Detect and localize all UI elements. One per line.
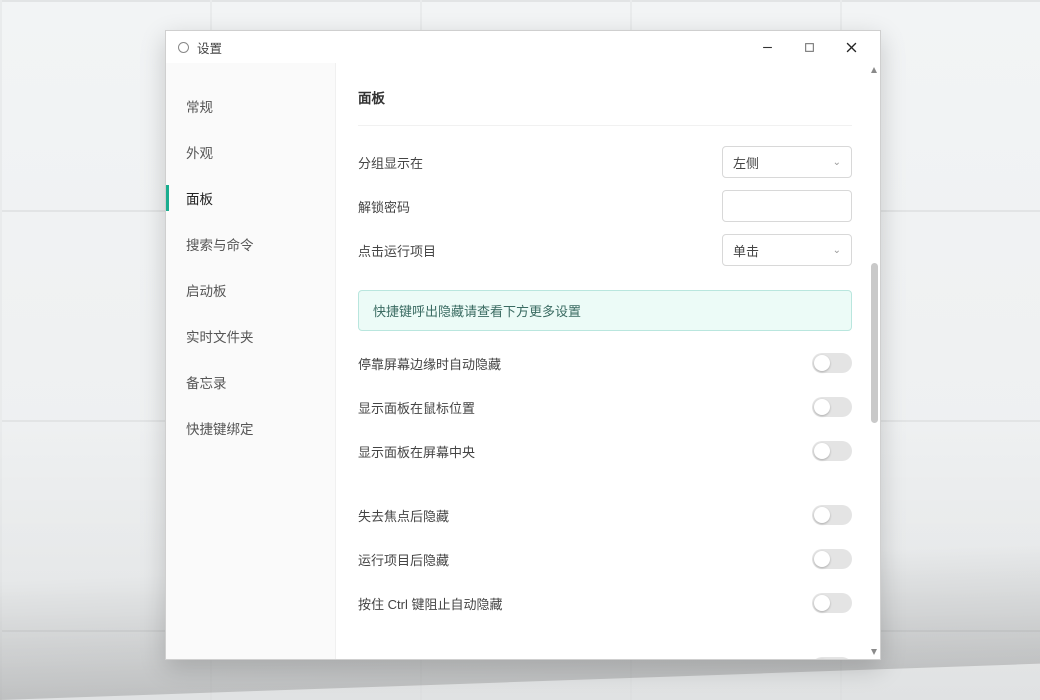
sidebar-item-label: 启动板 (186, 284, 227, 299)
sidebar-item-label: 常规 (186, 100, 213, 115)
sidebar-item-live-folders[interactable]: 实时文件夹 (166, 313, 335, 359)
toggle-show-center[interactable] (812, 441, 852, 461)
maximize-button[interactable] (788, 33, 830, 61)
sidebar-item-memo[interactable]: 备忘录 (166, 359, 335, 405)
window-title: 设置 (197, 38, 222, 57)
group-display-select[interactable]: 左侧 ⌄ (722, 146, 852, 178)
window-body: 常规 外观 面板 搜索与命令 启动板 实时文件夹 备忘录 快捷键绑定 面板 分组… (166, 63, 880, 659)
select-value: 单击 (733, 241, 759, 260)
scrollbar-thumb[interactable] (871, 263, 878, 423)
titlebar[interactable]: 设置 (166, 31, 880, 63)
info-text: 快捷键呼出隐藏请查看下方更多设置 (373, 304, 581, 319)
settings-window: 设置 常规 外观 面板 搜索与命令 启动板 实时文件夹 备忘录 快捷键绑定 面 (165, 30, 881, 660)
app-icon-circle (178, 42, 189, 53)
toggle-hide-on-blur[interactable] (812, 505, 852, 525)
toggle-row-show-center: 显示面板在屏幕中央 (358, 429, 852, 473)
sidebar-item-label: 外观 (186, 146, 213, 161)
scroll-down-icon[interactable] (871, 649, 877, 655)
row-click-run: 点击运行项目 单击 ⌄ (358, 228, 852, 272)
row-unlock-password: 解锁密码 (358, 184, 852, 228)
content-area[interactable]: 面板 分组显示在 左侧 ⌄ 解锁密码 点击运行项目 单击 ⌄ (336, 63, 880, 659)
row-label: 显示面板在屏幕中央 (358, 442, 812, 461)
sidebar-item-label: 实时文件夹 (186, 330, 254, 345)
toggle-hover-switch-group[interactable] (812, 657, 852, 659)
unlock-password-input[interactable] (722, 190, 852, 222)
sidebar-item-general[interactable]: 常规 (166, 83, 335, 129)
sidebar-item-label: 搜索与命令 (186, 238, 254, 253)
sidebar-item-label: 快捷键绑定 (186, 422, 254, 437)
minimize-button[interactable] (746, 33, 788, 61)
sidebar-item-panel[interactable]: 面板 (166, 175, 335, 221)
sidebar-item-label: 面板 (186, 192, 213, 207)
sidebar-item-search[interactable]: 搜索与命令 (166, 221, 335, 267)
sidebar-item-launchpad[interactable]: 启动板 (166, 267, 335, 313)
sidebar-item-appearance[interactable]: 外观 (166, 129, 335, 175)
divider (358, 125, 852, 126)
row-label: 点击运行项目 (358, 241, 722, 260)
row-label: 鼠标悬停切换分组 (358, 658, 812, 660)
toggle-row-hide-after-run: 运行项目后隐藏 (358, 537, 852, 581)
sidebar-item-hotkeys[interactable]: 快捷键绑定 (166, 405, 335, 451)
toggle-row-hide-on-blur: 失去焦点后隐藏 (358, 493, 852, 537)
row-label: 失去焦点后隐藏 (358, 506, 812, 525)
section-title: 面板 (358, 87, 852, 107)
row-label: 运行项目后隐藏 (358, 550, 812, 569)
toggle-ctrl-prevent-hide[interactable] (812, 593, 852, 613)
toggle-row-auto-hide-edge: 停靠屏幕边缘时自动隐藏 (358, 341, 852, 385)
row-label: 显示面板在鼠标位置 (358, 398, 812, 417)
sidebar-item-label: 备忘录 (186, 376, 227, 391)
close-button[interactable] (830, 33, 872, 61)
toggle-show-at-mouse[interactable] (812, 397, 852, 417)
row-group-display: 分组显示在 左侧 ⌄ (358, 140, 852, 184)
row-label: 按住 Ctrl 键阻止自动隐藏 (358, 594, 812, 613)
toggle-auto-hide-edge[interactable] (812, 353, 852, 373)
row-label: 解锁密码 (358, 197, 722, 216)
click-run-select[interactable]: 单击 ⌄ (722, 234, 852, 266)
toggle-hide-after-run[interactable] (812, 549, 852, 569)
row-label: 停靠屏幕边缘时自动隐藏 (358, 354, 812, 373)
toggle-row-ctrl-prevent-hide: 按住 Ctrl 键阻止自动隐藏 (358, 581, 852, 625)
row-label: 分组显示在 (358, 153, 722, 172)
info-banner: 快捷键呼出隐藏请查看下方更多设置 (358, 290, 852, 331)
scroll-up-icon[interactable] (871, 67, 877, 73)
toggle-row-hover-switch-group: 鼠标悬停切换分组 (358, 645, 852, 659)
toggle-row-show-at-mouse: 显示面板在鼠标位置 (358, 385, 852, 429)
sidebar: 常规 外观 面板 搜索与命令 启动板 实时文件夹 备忘录 快捷键绑定 (166, 63, 336, 659)
chevron-down-icon: ⌄ (833, 157, 841, 168)
select-value: 左侧 (733, 153, 759, 172)
chevron-down-icon: ⌄ (833, 245, 841, 256)
